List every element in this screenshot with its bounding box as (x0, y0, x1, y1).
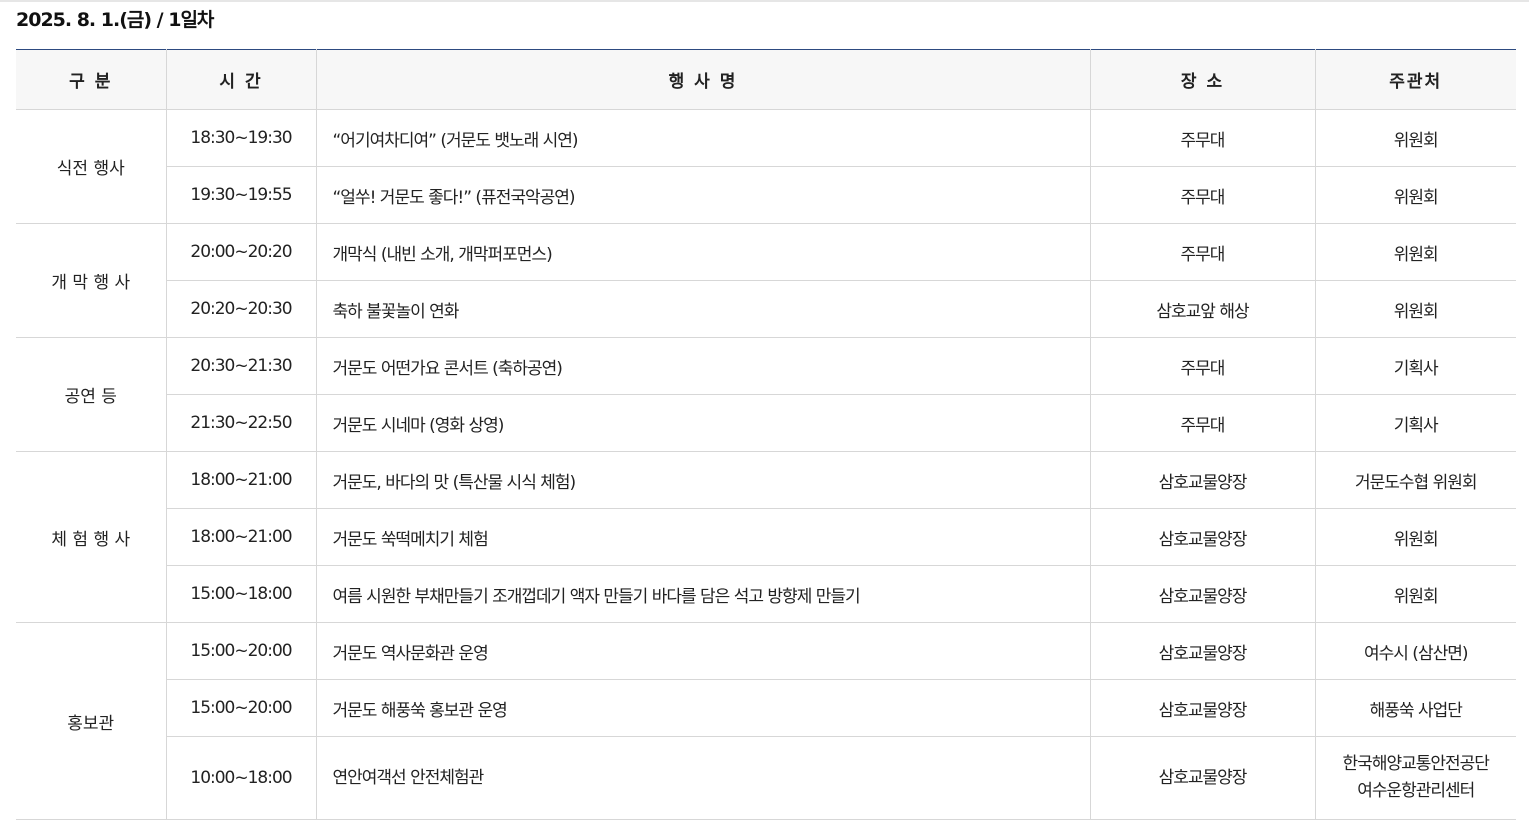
host-cell: 위원회 (1314, 166, 1516, 224)
event-cell: 개막식 (내빈 소개, 개막퍼포먼스) (315, 223, 1090, 281)
time-cell: 10:00~18:00 (165, 736, 316, 820)
header-category: 구 분 (16, 49, 166, 110)
event-cell: 거문도 쑥떡메치기 체험 (315, 508, 1090, 566)
time-cell: 21:30~22:50 (165, 394, 316, 452)
event-cell: 거문도, 바다의 맛 (특산물 시식 체험) (315, 451, 1090, 509)
category-cell: 체 험 행 사 (16, 451, 166, 623)
host-cell: 기획사 (1314, 337, 1516, 395)
table-row: 홍보관 15:00~20:00 거문도 역사문화관 운영 삼호교물양장 여수시 … (16, 622, 1516, 820)
place-cell: 삼호교물양장 (1089, 679, 1315, 737)
place-cell: 주무대 (1089, 337, 1315, 395)
place-cell: 주무대 (1089, 109, 1315, 167)
category-cell: 식전 행사 (16, 109, 166, 224)
event-cell: 거문도 역사문화관 운영 (315, 622, 1090, 680)
category-cell: 개 막 행 사 (16, 223, 166, 338)
time-cell: 20:30~21:30 (165, 337, 316, 395)
host-line: 한국해양교통안전공단 (1342, 754, 1490, 774)
time-cell: 15:00~20:00 (165, 622, 316, 680)
time-cell: 15:00~18:00 (165, 565, 316, 623)
time-cell: 18:00~21:00 (165, 451, 316, 509)
table-row: 식전 행사 18:30~19:30 “어기여차디여” (거문도 뱃노래 시연) … (16, 109, 1516, 224)
host-cell: 한국해양교통안전공단 여수운항관리센터 (1314, 736, 1516, 820)
top-divider (0, 0, 1529, 2)
header-event-name: 행 사 명 (315, 49, 1090, 110)
host-cell: 위원회 (1314, 565, 1516, 623)
table-row: 18:00~21:00 거문도 쑥떡메치기 체험 삼호교물양장 위원회 (16, 508, 1516, 566)
host-line: 여수운항관리센터 (1357, 781, 1475, 801)
event-cell: “얼쑤! 거문도 좋다!” (퓨전국악공연) (315, 166, 1090, 224)
time-cell: 20:00~20:20 (165, 223, 316, 281)
host-cell: 위원회 (1314, 508, 1516, 566)
event-cell: 연안여객선 안전체험관 (315, 736, 1090, 820)
place-cell: 삼호교물양장 (1089, 622, 1315, 680)
host-cell: 기획사 (1314, 394, 1516, 452)
place-cell: 주무대 (1089, 394, 1315, 452)
event-cell: 거문도 시네마 (영화 상영) (315, 394, 1090, 452)
header-row: 구 분 시 간 행 사 명 장 소 주관처 (16, 49, 1516, 110)
time-cell: 18:00~21:00 (165, 508, 316, 566)
table-row: 10:00~18:00 연안여객선 안전체험관 삼호교물양장 한국해양교통안전공… (16, 736, 1516, 820)
place-cell: 주무대 (1089, 166, 1315, 224)
table-row: 개 막 행 사 20:00~20:20 개막식 (내빈 소개, 개막퍼포먼스) … (16, 223, 1516, 338)
event-cell: “어기여차디여” (거문도 뱃노래 시연) (315, 109, 1090, 167)
host-cell: 여수시 (삼산면) (1314, 622, 1516, 680)
schedule-table: 구 분 시 간 행 사 명 장 소 주관처 식전 행사 18:30~19:30 … (16, 49, 1516, 820)
table-row: 15:00~18:00 여름 시원한 부채만들기 조개껍데기 액자 만들기 바다… (16, 565, 1516, 623)
table-row: 15:00~20:00 거문도 해풍쑥 홍보관 운영 삼호교물양장 해풍쑥 사업… (16, 679, 1516, 737)
event-cell: 여름 시원한 부채만들기 조개껍데기 액자 만들기 바다를 담은 석고 방향제 … (315, 565, 1090, 623)
header-place: 장 소 (1089, 49, 1315, 110)
header-host: 주관처 (1314, 49, 1516, 110)
host-cell: 위원회 (1314, 223, 1516, 281)
day-title: 2025. 8. 1.(금) / 1일차 (16, 9, 214, 31)
host-cell: 거문도수협 위원회 (1314, 451, 1516, 509)
host-cell: 해풍쑥 사업단 (1314, 679, 1516, 737)
place-cell: 삼호교앞 해상 (1089, 280, 1315, 338)
place-cell: 삼호교물양장 (1089, 565, 1315, 623)
event-cell: 거문도 해풍쑥 홍보관 운영 (315, 679, 1090, 737)
table-row: 체 험 행 사 18:00~21:00 거문도, 바다의 맛 (특산물 시식 체… (16, 451, 1516, 623)
place-cell: 주무대 (1089, 223, 1315, 281)
host-cell: 위원회 (1314, 109, 1516, 167)
table-row: 21:30~22:50 거문도 시네마 (영화 상영) 주무대 기획사 (16, 394, 1516, 452)
event-cell: 축하 불꽃놀이 연화 (315, 280, 1090, 338)
table-row: 19:30~19:55 “얼쑤! 거문도 좋다!” (퓨전국악공연) 주무대 위… (16, 166, 1516, 224)
header-time: 시 간 (165, 49, 316, 110)
category-cell: 홍보관 (16, 622, 166, 820)
time-cell: 15:00~20:00 (165, 679, 316, 737)
time-cell: 20:20~20:30 (165, 280, 316, 338)
table-row: 20:20~20:30 축하 불꽃놀이 연화 삼호교앞 해상 위원회 (16, 280, 1516, 338)
time-cell: 18:30~19:30 (165, 109, 316, 167)
host-cell: 위원회 (1314, 280, 1516, 338)
place-cell: 삼호교물양장 (1089, 451, 1315, 509)
event-cell: 거문도 어떤가요 콘서트 (축하공연) (315, 337, 1090, 395)
category-cell: 공연 등 (16, 337, 166, 452)
place-cell: 삼호교물양장 (1089, 508, 1315, 566)
time-cell: 19:30~19:55 (165, 166, 316, 224)
table-row: 공연 등 20:30~21:30 거문도 어떤가요 콘서트 (축하공연) 주무대… (16, 337, 1516, 452)
place-cell: 삼호교물양장 (1089, 736, 1315, 820)
